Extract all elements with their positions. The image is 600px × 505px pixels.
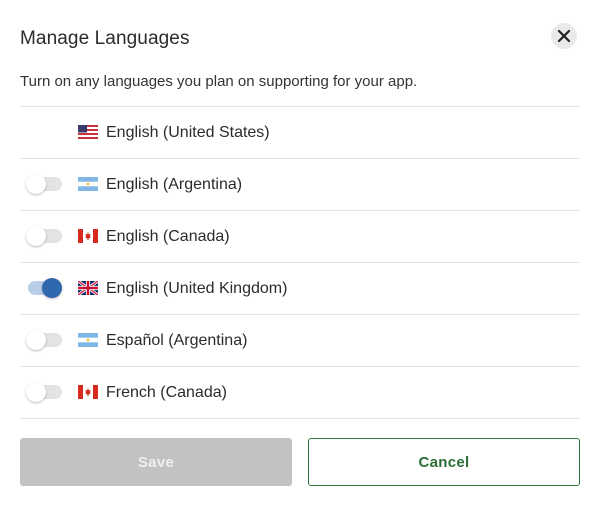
language-row-en-ar: English (Argentina) [20, 159, 580, 211]
manage-languages-dialog: Manage Languages Turn on any languages y… [0, 0, 600, 505]
language-row-fr-ca: French (Canada) [20, 367, 580, 419]
language-label: English (Canada) [106, 228, 230, 245]
argentina-flag-icon [78, 177, 98, 191]
us-flag-icon [78, 125, 98, 139]
language-row-en-gb: English (United Kingdom) [20, 263, 580, 315]
uk-flag-icon [78, 281, 98, 295]
language-label: English (United States) [106, 124, 270, 141]
argentina-flag-icon [78, 333, 98, 347]
cancel-button[interactable]: Cancel [308, 438, 580, 486]
save-button[interactable]: Save [20, 438, 292, 486]
language-label: English (Argentina) [106, 176, 243, 193]
language-label: English (United Kingdom) [106, 280, 288, 297]
canada-flag-icon [78, 229, 98, 243]
language-toggle-es-ar[interactable] [26, 330, 62, 350]
canada-flag-icon [78, 385, 98, 399]
dialog-title: Manage Languages [20, 28, 190, 49]
language-label: French (Canada) [106, 384, 227, 401]
close-button[interactable] [551, 23, 577, 49]
language-row-en-ca: English (Canada) [20, 211, 580, 263]
language-toggle-en-ar[interactable] [26, 174, 62, 194]
language-toggle-en-ca[interactable] [26, 226, 62, 246]
language-toggle-en-gb[interactable] [28, 278, 62, 298]
language-row-en-us: English (United States) [20, 107, 580, 159]
dialog-subtitle: Turn on any languages you plan on suppor… [20, 73, 418, 90]
language-list: English (United States) English (Argenti… [20, 106, 580, 419]
language-row-es-ar: Español (Argentina) [20, 315, 580, 367]
language-toggle-fr-ca[interactable] [26, 382, 62, 402]
language-label: Español (Argentina) [106, 332, 248, 349]
close-icon [557, 29, 571, 43]
